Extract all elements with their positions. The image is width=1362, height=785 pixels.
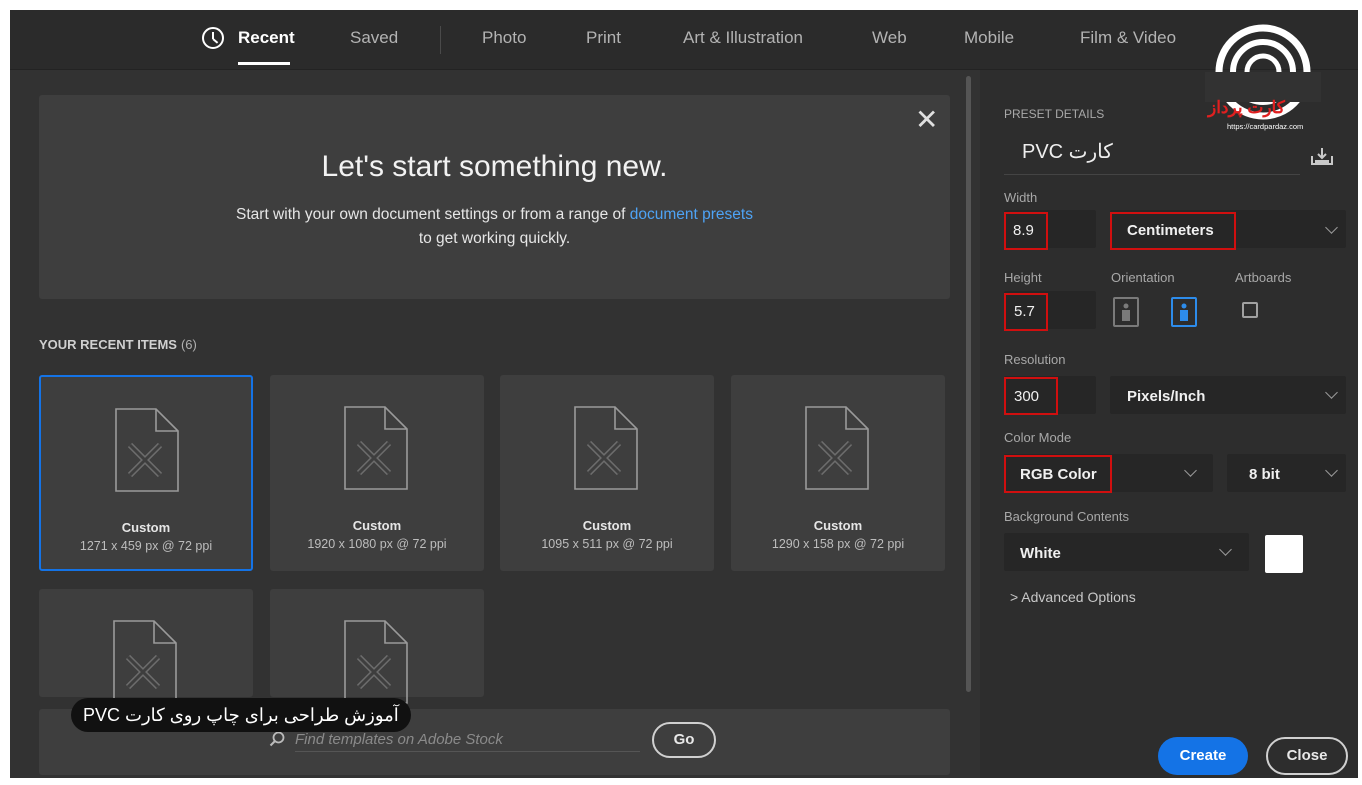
preset-details-heading: PRESET DETAILS bbox=[1004, 107, 1105, 121]
color-mode-value: RGB Color bbox=[1020, 466, 1097, 483]
recent-item-info: 1095 x 511 px @ 72 ppi bbox=[541, 537, 673, 551]
tab-film-video[interactable]: Film & Video bbox=[1080, 28, 1176, 48]
tab-photo[interactable]: Photo bbox=[482, 28, 526, 48]
color-mode-label: Color Mode bbox=[1004, 430, 1072, 445]
height-value: 5.7 bbox=[1014, 303, 1035, 320]
tab-divider bbox=[440, 26, 441, 54]
logo-text: کارت پرداز bbox=[1208, 98, 1285, 117]
recent-items-count: (6) bbox=[180, 337, 197, 352]
clock-icon bbox=[202, 27, 224, 49]
tab-web[interactable]: Web bbox=[872, 28, 907, 48]
go-button[interactable]: Go bbox=[652, 722, 716, 758]
close-button[interactable]: Close bbox=[1266, 737, 1348, 775]
recent-items-heading: YOUR RECENT ITEMS (6) bbox=[39, 337, 197, 352]
scrollbar[interactable] bbox=[966, 76, 971, 692]
preset-details-panel: PRESET DETAILS کارت PVC Width 8.9 Centim… bbox=[980, 70, 1358, 778]
background-contents-label: Background Contents bbox=[1004, 509, 1130, 524]
recent-items-label: YOUR RECENT ITEMS bbox=[39, 337, 177, 352]
tab-print[interactable]: Print bbox=[586, 28, 621, 48]
unit-value: Centimeters bbox=[1127, 222, 1214, 239]
advanced-options-toggle[interactable]: > Advanced Options bbox=[1010, 589, 1136, 605]
preset-category-tabs: Recent Saved Photo Print Art & Illustrat… bbox=[10, 10, 1358, 70]
recent-item-card[interactable] bbox=[270, 589, 484, 704]
recent-item-name: Custom bbox=[121, 520, 171, 535]
welcome-banner: ✕ Let's start something new. Start with … bbox=[39, 95, 950, 299]
recent-item-card[interactable]: Custom 1095 x 511 px @ 72 ppi bbox=[500, 375, 714, 571]
close-icon[interactable]: ✕ bbox=[915, 103, 938, 136]
recent-item-name: Custom bbox=[352, 518, 402, 533]
active-tab-indicator bbox=[238, 62, 290, 65]
banner-subtitle-text-2: to get working quickly. bbox=[418, 230, 571, 247]
preset-name-underline bbox=[1004, 174, 1300, 175]
resolution-label: Resolution bbox=[1004, 352, 1066, 367]
document-icon bbox=[344, 406, 408, 490]
recent-item-info: 1920 x 1080 px @ 72 ppi bbox=[307, 537, 447, 551]
orientation-label: Orientation bbox=[1111, 270, 1175, 285]
tab-mobile[interactable]: Mobile bbox=[964, 28, 1014, 48]
tutorial-caption: آموزش طراحی برای چاپ روی کارت PVC bbox=[71, 698, 411, 732]
banner-subtitle-text: Start with your own document settings or… bbox=[236, 206, 626, 223]
resolution-value: 300 bbox=[1014, 388, 1040, 405]
person-icon bbox=[1122, 303, 1130, 321]
recent-item-card[interactable]: Custom 1271 x 459 px @ 72 ppi bbox=[39, 375, 253, 571]
background-color-swatch[interactable] bbox=[1265, 535, 1303, 573]
search-icon bbox=[269, 731, 285, 747]
document-icon bbox=[115, 408, 179, 492]
height-label: Height bbox=[1004, 270, 1042, 285]
document-icon bbox=[113, 620, 177, 704]
width-value: 8.9 bbox=[1013, 222, 1034, 239]
recent-item-name: Custom bbox=[582, 518, 632, 533]
preset-name-field[interactable]: کارت PVC bbox=[1022, 139, 1113, 164]
banner-subtitle: Start with your own document settings or… bbox=[39, 203, 950, 251]
save-preset-icon[interactable] bbox=[1310, 146, 1334, 166]
cardpardaz-logo bbox=[1205, 24, 1321, 120]
banner-title: Let's start something new. bbox=[321, 150, 668, 183]
resolution-unit-value: Pixels/Inch bbox=[1127, 388, 1206, 405]
recent-item-card[interactable]: Custom 1920 x 1080 px @ 72 ppi bbox=[270, 375, 484, 571]
recent-item-card[interactable]: Custom 1290 x 158 px @ 72 ppi bbox=[731, 375, 945, 571]
document-icon bbox=[344, 620, 408, 704]
new-document-dialog: Recent Saved Photo Print Art & Illustrat… bbox=[10, 10, 1358, 778]
logo-url: https://cardpardaz.com bbox=[1227, 122, 1304, 131]
bit-depth-value: 8 bit bbox=[1249, 466, 1280, 483]
tab-art-illustration[interactable]: Art & Illustration bbox=[683, 28, 803, 48]
document-icon bbox=[805, 406, 869, 490]
person-icon bbox=[1180, 303, 1188, 321]
tab-saved[interactable]: Saved bbox=[350, 28, 398, 48]
width-label: Width bbox=[1004, 190, 1038, 205]
artboards-checkbox[interactable] bbox=[1242, 302, 1258, 318]
artboards-label: Artboards bbox=[1235, 270, 1292, 285]
document-presets-link[interactable]: document presets bbox=[630, 206, 753, 223]
recent-item-card[interactable] bbox=[39, 589, 253, 704]
document-icon bbox=[574, 406, 638, 490]
recent-item-info: 1290 x 158 px @ 72 ppi bbox=[771, 537, 905, 551]
portrait-orientation-button[interactable] bbox=[1171, 297, 1197, 327]
tab-recent[interactable]: Recent bbox=[238, 28, 295, 48]
create-button[interactable]: Create bbox=[1158, 737, 1248, 775]
background-contents-value: White bbox=[1020, 545, 1061, 562]
landscape-orientation-button[interactable] bbox=[1113, 297, 1139, 327]
recent-item-name: Custom bbox=[813, 518, 863, 533]
recent-item-info: 1271 x 459 px @ 72 ppi bbox=[79, 539, 213, 553]
